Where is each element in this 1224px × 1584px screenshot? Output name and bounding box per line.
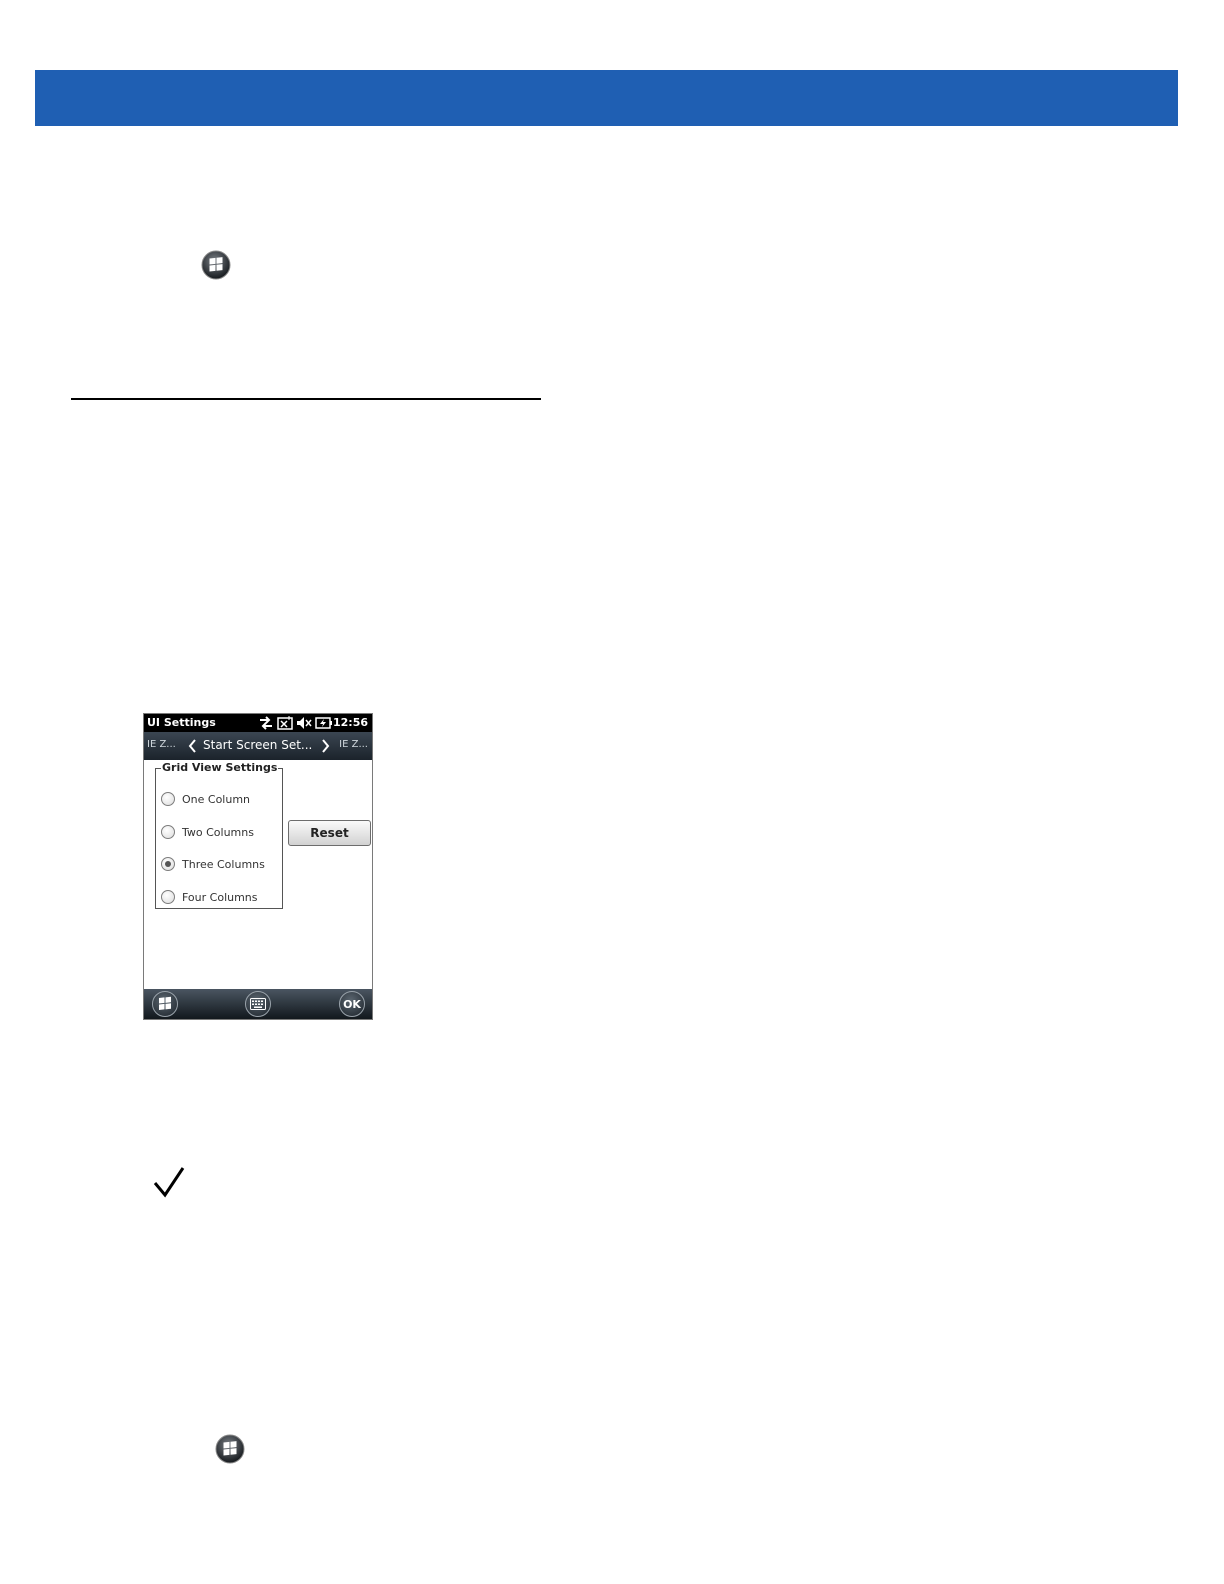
battery-charging-icon[interactable] xyxy=(315,716,333,730)
speaker-muted-icon[interactable] xyxy=(296,716,312,730)
radio-label: Three Columns xyxy=(182,857,265,871)
header-band xyxy=(35,70,1178,126)
tab-next[interactable]: IE Z... xyxy=(339,739,368,750)
status-time: 12:56 xyxy=(332,716,368,729)
status-bar: UI Settings 12:56 xyxy=(144,714,372,732)
status-icons xyxy=(258,715,333,731)
device-screenshot: UI Settings 12:56 IE Z... Start Screen S… xyxy=(143,713,373,1020)
tab-bar: IE Z... Start Screen Set... IE Z... xyxy=(144,732,372,760)
no-signal-icon[interactable] xyxy=(277,716,293,730)
ok-softkey[interactable]: OK xyxy=(339,991,365,1017)
radio-label: One Column xyxy=(182,792,251,806)
radio-two-columns[interactable]: Two Columns xyxy=(161,823,254,841)
radio-button[interactable] xyxy=(161,890,175,904)
group-legend: Grid View Settings xyxy=(161,761,279,774)
connectivity-icon[interactable] xyxy=(258,716,274,730)
tab-current[interactable]: Start Screen Set... xyxy=(203,738,312,752)
radio-button[interactable] xyxy=(161,792,175,806)
tab-previous[interactable]: IE Z... xyxy=(147,739,176,750)
windows-start-icon xyxy=(201,250,231,280)
start-softkey[interactable] xyxy=(152,991,178,1017)
radio-button-selected[interactable] xyxy=(161,857,175,871)
keyboard-icon xyxy=(250,998,266,1010)
softkey-bar: OK xyxy=(144,989,372,1019)
radio-three-columns[interactable]: Three Columns xyxy=(161,855,265,873)
radio-label: Four Columns xyxy=(182,890,258,904)
chevron-left-icon[interactable] xyxy=(187,738,197,754)
radio-four-columns[interactable]: Four Columns xyxy=(161,888,258,906)
windows-start-icon xyxy=(215,1434,245,1464)
reset-button[interactable]: Reset xyxy=(288,820,371,846)
radio-label: Two Columns xyxy=(182,825,254,839)
status-title: UI Settings xyxy=(147,716,216,729)
radio-button[interactable] xyxy=(161,825,175,839)
section-divider xyxy=(71,398,541,400)
grid-view-group: Grid View Settings One Column Two Column… xyxy=(155,761,283,909)
chevron-right-icon[interactable] xyxy=(321,738,331,754)
windows-start-icon xyxy=(159,996,171,1010)
keyboard-softkey[interactable] xyxy=(245,991,271,1017)
checkmark-icon xyxy=(153,1167,185,1198)
settings-content: Grid View Settings One Column Two Column… xyxy=(144,760,372,989)
radio-one-column[interactable]: One Column xyxy=(161,790,250,808)
